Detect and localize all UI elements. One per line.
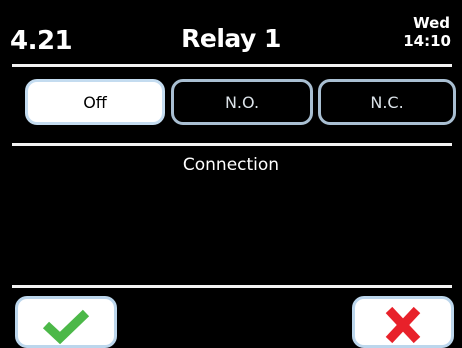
confirm-button[interactable] [15,296,117,348]
connection-label: Connection [182,155,280,175]
time-label: 14:10 [403,32,451,50]
day-label: Wed [413,14,450,32]
header-divider [12,64,452,67]
page-title: Relay 1 [181,24,281,53]
options-divider [12,143,452,146]
cancel-button[interactable] [352,296,454,348]
footer-divider [12,285,452,288]
option-no-label: N.O. [224,92,260,112]
option-nc-button[interactable]: N.C. [318,79,456,125]
option-nc-label: N.C. [370,92,404,112]
x-icon [385,306,421,344]
checkmark-icon [42,309,90,345]
option-off-button[interactable]: Off [25,79,165,125]
option-no-button[interactable]: N.O. [171,79,313,125]
option-off-label: Off [83,92,107,112]
